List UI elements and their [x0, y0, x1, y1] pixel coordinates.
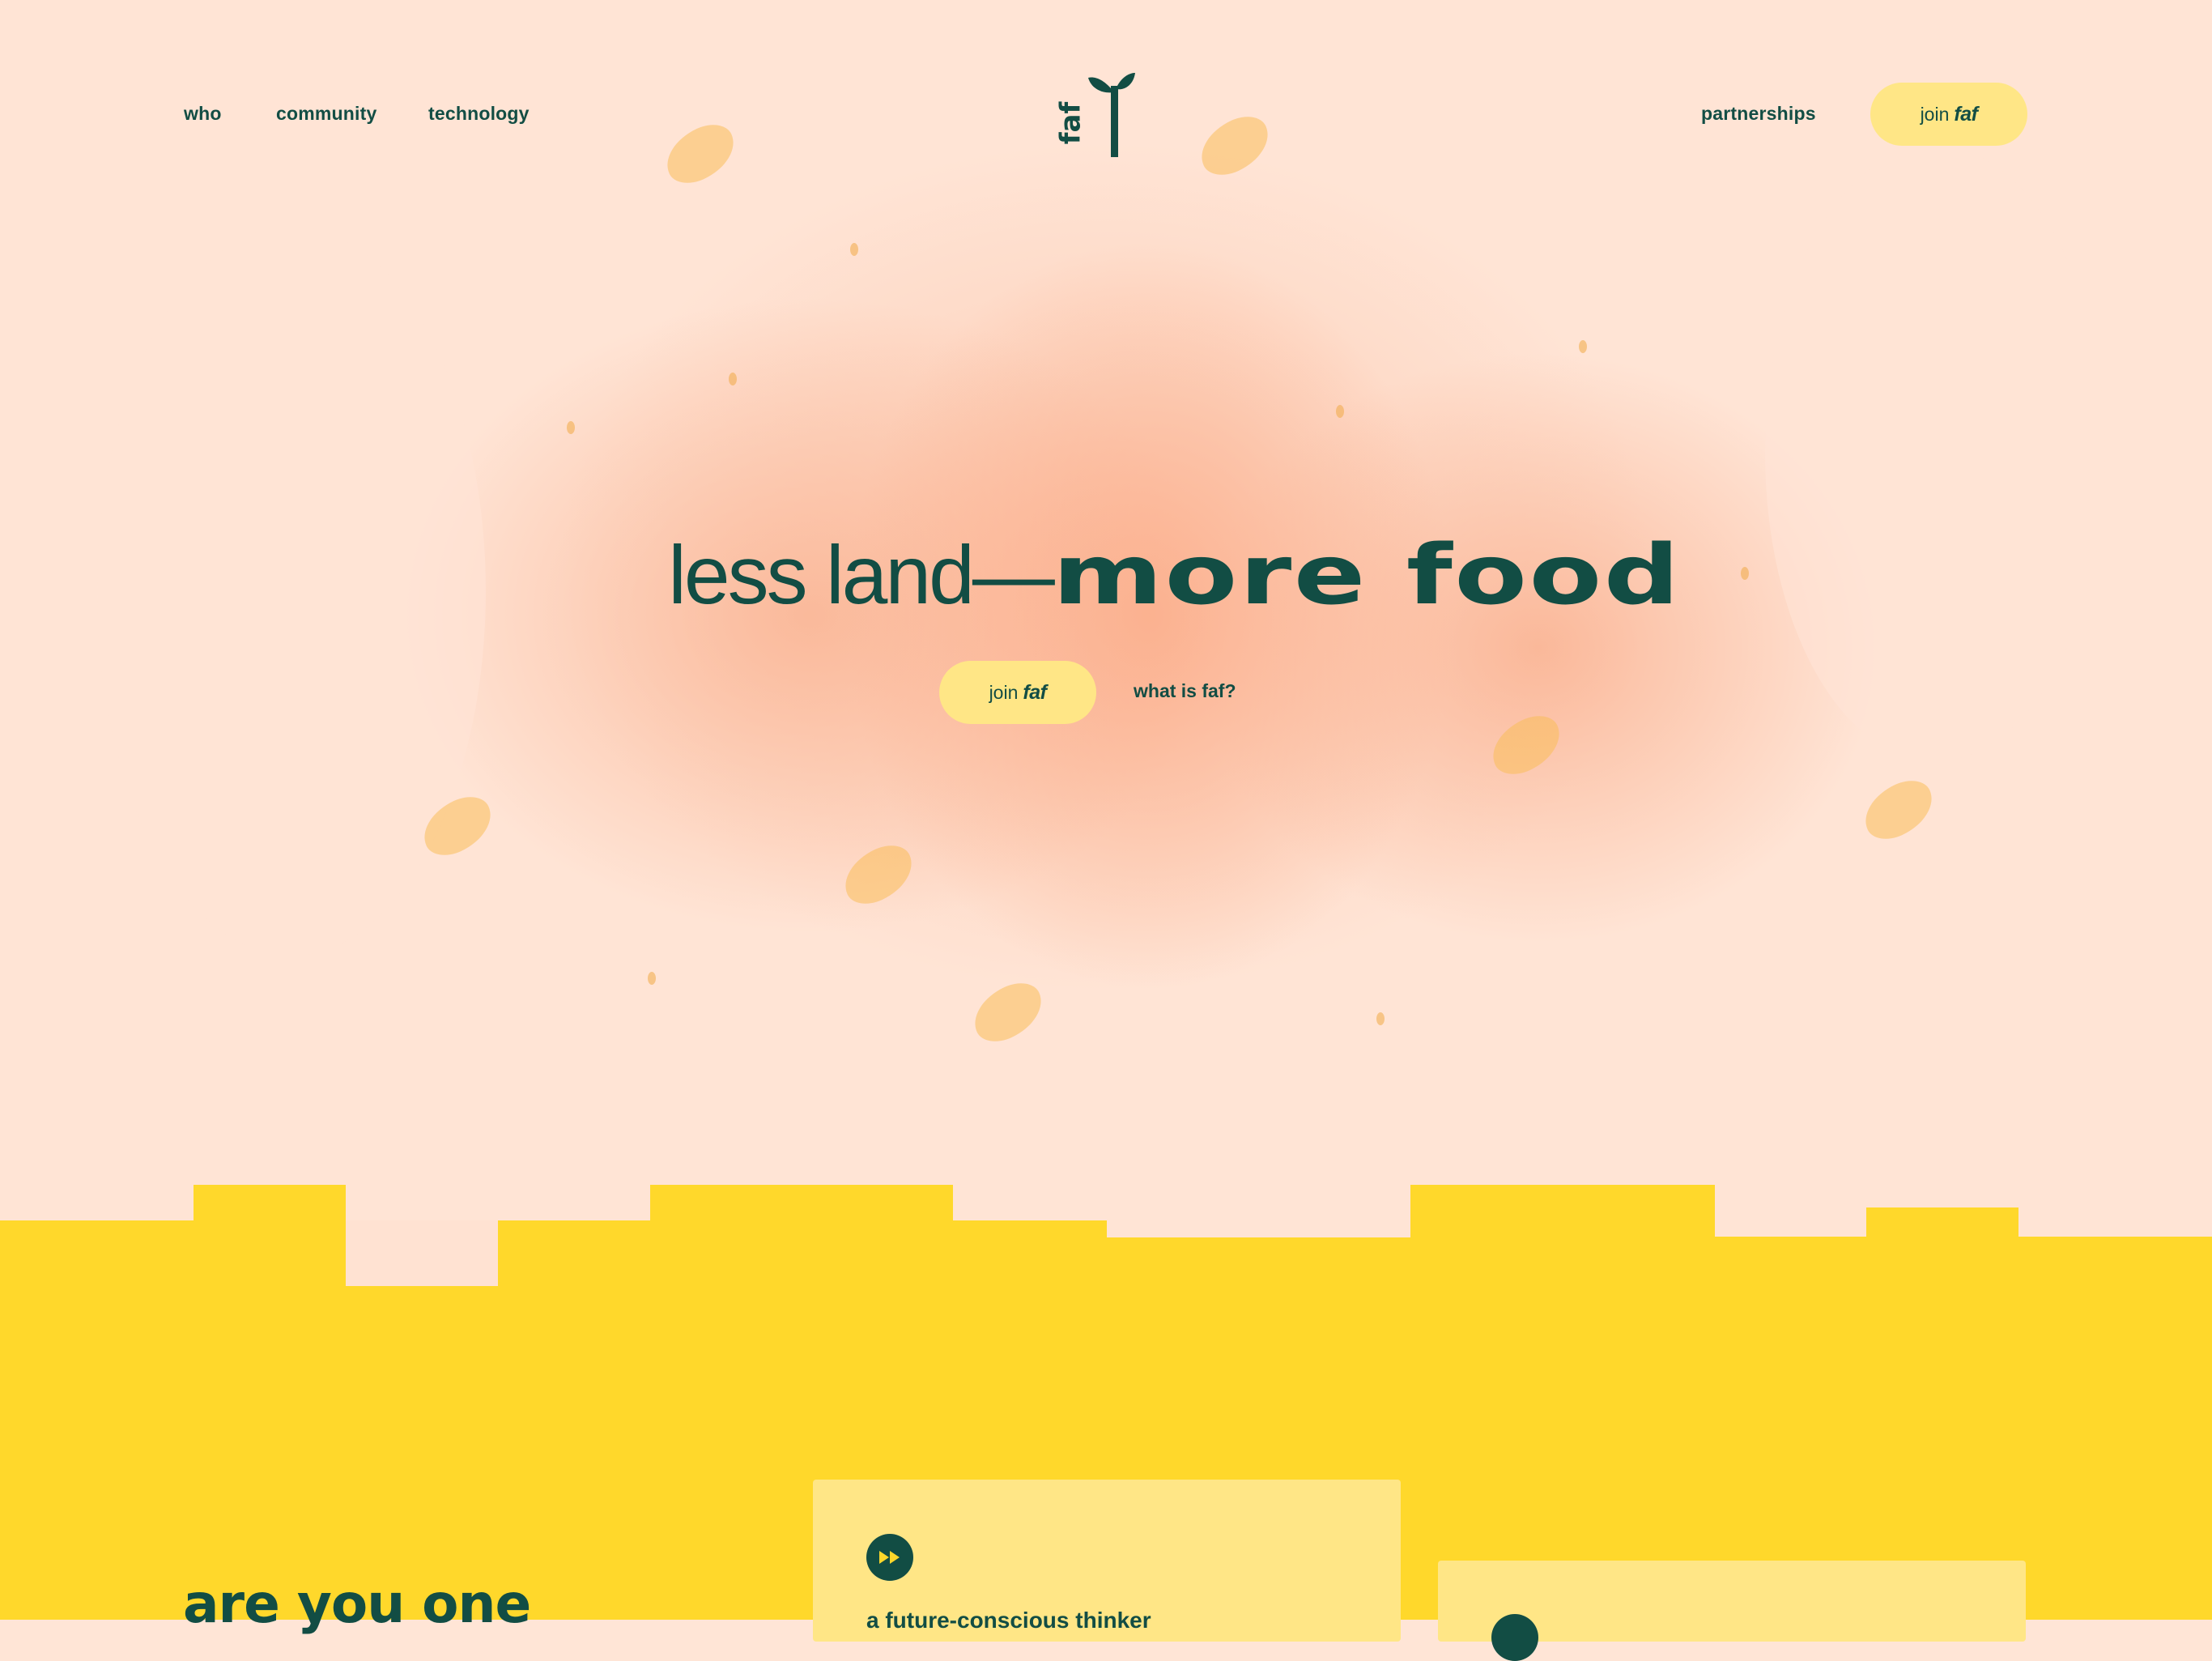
seed-dot [1376, 1012, 1385, 1025]
headline-light-text: less land— [668, 529, 1055, 621]
card-1-text: a future-conscious thinker [866, 1608, 1151, 1633]
logo-wordmark: faf [1054, 101, 1087, 145]
skyline-block [346, 1286, 498, 1294]
leaf-shape [964, 974, 1052, 1050]
leaf-shape [1191, 108, 1278, 184]
hand-right-shape [1765, 146, 2105, 761]
leaf-shape [657, 116, 744, 192]
skyline-block [1866, 1207, 2018, 1240]
seed-dot [1579, 340, 1587, 353]
skyline-block [0, 1220, 194, 1245]
leaf-shape [1855, 772, 1942, 848]
hero-headline: less land—more food [0, 518, 2212, 632]
skyline-block [650, 1185, 953, 1241]
seed-dot [1336, 405, 1344, 418]
join-label: join [1920, 103, 1950, 125]
skyline-block [498, 1220, 650, 1245]
seed-dot [850, 243, 858, 256]
seed-dot [648, 972, 656, 985]
skyline-block [1107, 1249, 1410, 1257]
skyline-block [2018, 1237, 2212, 1245]
circle-icon [1491, 1614, 1538, 1661]
skyline-block [953, 1220, 1107, 1245]
leaf-shape [835, 837, 922, 913]
faf-logo[interactable]: faf [1054, 68, 1137, 157]
headline-bold-text: more food [1052, 527, 1682, 624]
nav-link-who[interactable]: who [184, 103, 222, 125]
skyline-block [194, 1185, 346, 1241]
faf-brand-label: faf [1023, 680, 1047, 704]
persona-card-1[interactable]: a future-conscious thinker [813, 1480, 1401, 1642]
section-title: are you one [183, 1573, 531, 1635]
nav-link-partnerships[interactable]: partnerships [1701, 103, 1816, 125]
join-faf-nav-button[interactable]: join faf [1870, 83, 2027, 146]
skyline-block [1715, 1237, 1866, 1245]
seed-dot [567, 421, 575, 434]
join-label: join [989, 681, 1019, 703]
join-faf-hero-button[interactable]: join faf [939, 661, 1096, 724]
what-is-faf-link[interactable]: what is faf? [1134, 680, 1236, 702]
fast-forward-icon [866, 1534, 913, 1581]
persona-card-2[interactable] [1438, 1561, 2026, 1661]
skyline-block [1410, 1185, 1715, 1241]
faf-brand-label: faf [1954, 102, 1978, 126]
nav-link-community[interactable]: community [276, 103, 376, 125]
seed-dot [729, 373, 737, 385]
skyline-notch [346, 1220, 498, 1286]
leaf-shape [1482, 707, 1570, 783]
nav-link-technology[interactable]: technology [428, 103, 530, 125]
